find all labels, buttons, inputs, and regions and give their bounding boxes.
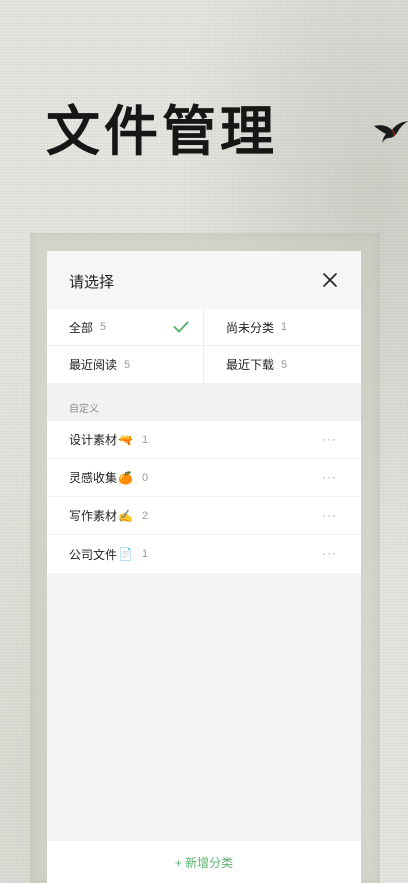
category-count: 1 [141, 548, 149, 560]
add-category-button[interactable]: + 新增分类 [47, 841, 361, 883]
category-label: 灵感收集 [69, 471, 118, 485]
filter-label: 尚未分类 [226, 320, 275, 335]
more-options-button[interactable]: ··· [322, 432, 337, 446]
filter-label: 最近阅读 [69, 358, 118, 372]
writing-hand-emoji-icon: ✍️ [118, 508, 133, 523]
sheet-title: 请选择 [69, 274, 115, 291]
swallow-icon [374, 121, 408, 143]
close-icon[interactable] [321, 271, 339, 289]
filter-label: 全部 [69, 320, 94, 335]
category-item-writing[interactable]: 写作素材 ✍️ 2 ··· [47, 497, 361, 535]
category-count: 1 [141, 433, 149, 446]
custom-category-list: 设计素材 🔫 1 ··· 灵感收集 🍊 0 ··· 写作素材 ✍️ 2 ··· … [47, 421, 361, 573]
filter-count: 5 [100, 321, 107, 333]
pistol-emoji-icon: 🔫 [118, 432, 133, 447]
filter-count: 5 [281, 358, 288, 371]
filter-recently-read[interactable]: 最近阅读 5 [47, 346, 204, 383]
checkmark-icon [173, 321, 189, 333]
filter-label: 最近下载 [226, 358, 275, 372]
category-count: 2 [141, 509, 149, 522]
category-item-company[interactable]: 公司文件 📄 1 ··· [47, 535, 361, 573]
category-label: 设计素材 [69, 433, 118, 447]
custom-section-label: 自定义 [47, 383, 361, 421]
filter-all[interactable]: 全部 5 [47, 309, 204, 346]
category-label: 公司文件 [69, 547, 118, 562]
filter-count: 5 [124, 358, 131, 371]
page-title: 文件管理 [46, 99, 278, 163]
document-emoji-icon: 📄 [118, 547, 133, 561]
filter-uncategorized[interactable]: 尚未分类 1 [204, 309, 361, 346]
more-options-button[interactable]: ··· [322, 546, 337, 560]
category-count: 0 [141, 471, 149, 484]
category-picker-sheet: 请选择 全部 5 尚未分类 1 最近阅读 5 最近下载 5 自定义 设计素材 🔫… [47, 251, 361, 883]
category-item-inspiration[interactable]: 灵感收集 🍊 0 ··· [47, 459, 361, 497]
more-options-button[interactable]: ··· [322, 470, 337, 484]
category-item-design[interactable]: 设计素材 🔫 1 ··· [47, 421, 361, 459]
filter-count: 1 [281, 321, 288, 333]
more-options-button[interactable]: ··· [322, 508, 337, 522]
filter-grid: 全部 5 尚未分类 1 最近阅读 5 最近下载 5 [47, 309, 361, 383]
filter-recently-downloaded[interactable]: 最近下载 5 [204, 346, 361, 383]
orange-emoji-icon: 🍊 [118, 470, 133, 485]
sheet-header: 请选择 [47, 251, 361, 309]
category-label: 写作素材 [69, 509, 118, 523]
